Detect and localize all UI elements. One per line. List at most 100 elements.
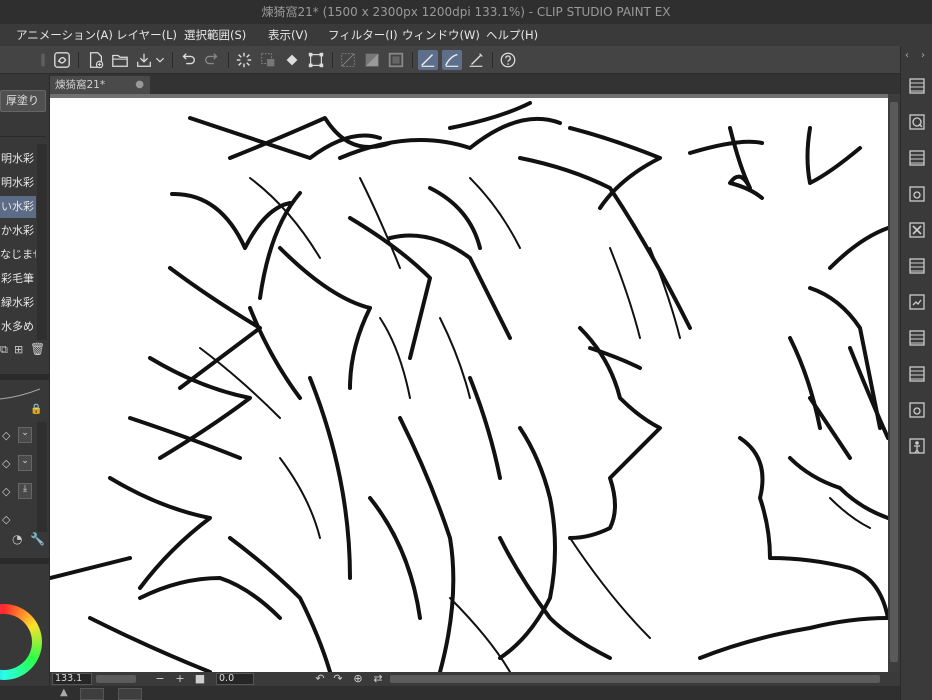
trash-icon[interactable]: 🗑 (30, 342, 45, 356)
brush-item[interactable]: なじませ (0, 244, 36, 266)
stepper-icon[interactable]: ◇ (2, 429, 10, 442)
wrench-icon[interactable]: 🔧 (30, 532, 45, 546)
collapse-right-icon[interactable]: › (921, 50, 925, 61)
document-tab-label: 煉猗窩21* (55, 79, 106, 91)
layer-panel-icon[interactable] (905, 362, 929, 386)
invert-selection-icon[interactable] (362, 50, 382, 70)
fit-icon[interactable]: ■ (194, 672, 206, 686)
rotate-right-icon[interactable]: ↷ (332, 672, 344, 686)
brush-item[interactable]: 彩毛筆 (0, 268, 36, 290)
zoom-slider[interactable] (96, 675, 136, 683)
undo-icon[interactable] (178, 50, 198, 70)
new-canvas-icon[interactable] (86, 50, 106, 70)
layer-panel-icon[interactable] (905, 326, 929, 350)
divider (0, 136, 46, 137)
menu-bar: アニメーション(A) レイヤー(L) 選択範囲(S) 表示(V) フィルター(I… (0, 24, 932, 46)
reset-rotation-icon[interactable]: ⊕ (352, 672, 364, 686)
brush-item[interactable]: 明水彩 (0, 172, 36, 194)
document-tab-strip: 煉猗窩21* ● (50, 74, 900, 94)
menu-help[interactable]: ヘルプ(H) (486, 24, 538, 46)
dial-icon[interactable]: ◔ (12, 532, 22, 546)
panel-tab[interactable] (80, 688, 104, 700)
material-icon[interactable] (905, 146, 929, 170)
dropdown-icon[interactable] (154, 50, 166, 70)
loading-icon[interactable] (234, 50, 254, 70)
transform-icon[interactable] (306, 50, 326, 70)
zoom-out-icon[interactable]: − (154, 672, 166, 686)
border-selection-icon[interactable] (386, 50, 406, 70)
close-tab-icon[interactable]: ● (135, 76, 144, 94)
panel-splitter[interactable] (0, 374, 50, 380)
fill-icon[interactable] (282, 50, 302, 70)
flip-icon[interactable]: ⇄ (372, 672, 384, 686)
snap-special-ruler-icon[interactable] (466, 50, 486, 70)
drawing-canvas[interactable] (50, 98, 888, 672)
stepper-icon[interactable]: ◇ (2, 513, 10, 526)
brush-curve-preview (0, 386, 41, 400)
brush-item[interactable]: 緑水彩 (0, 292, 36, 314)
help-icon[interactable] (498, 50, 518, 70)
menu-layer[interactable]: レイヤー(L) (116, 24, 177, 46)
brush-item[interactable]: 明水彩 (0, 148, 36, 170)
navigator-icon[interactable] (905, 110, 929, 134)
person-icon[interactable] (905, 434, 929, 458)
lock-icon[interactable]: 🔒 (30, 404, 42, 415)
menu-animation[interactable]: アニメーション(A) (16, 24, 113, 46)
color-wheel[interactable] (0, 604, 42, 680)
zoom-field[interactable]: 133.1 (52, 673, 92, 685)
stepper-icon[interactable]: ◇ (2, 457, 10, 470)
scrollbar-thumb[interactable] (890, 102, 898, 662)
subtool-group-button[interactable]: 厚塗り (0, 90, 46, 112)
right-dock: ‹ › (900, 46, 932, 700)
clipboard-icon[interactable] (905, 290, 929, 314)
zoom-in-icon[interactable]: + (174, 672, 186, 686)
menu-view[interactable]: 表示(V) (268, 24, 308, 46)
command-bar (0, 46, 900, 74)
brush-item-selected[interactable]: い水彩 (0, 196, 36, 218)
canvas-statusbar: 133.1 − + ■ 0.0 ↶ ↷ ⊕ ⇄ (50, 672, 900, 686)
left-panel: 厚塗り 明水彩 明水彩 い水彩 か水彩 なじませ 彩毛筆 緑水彩 水多め ⧉ ⊞… (0, 74, 50, 700)
canvas-vertical-scrollbar[interactable] (888, 94, 900, 672)
save-icon[interactable] (134, 50, 154, 70)
sketch-artwork (50, 101, 888, 672)
rotation-field[interactable]: 0.0 (216, 673, 254, 685)
collapse-left-icon[interactable]: ‹ (905, 50, 909, 61)
copy-subtool-icon[interactable]: ⧉ (0, 343, 8, 357)
menu-selection[interactable]: 選択範囲(S) (184, 24, 246, 46)
vector-correct-icon[interactable] (418, 50, 438, 70)
canvas-area[interactable] (50, 94, 900, 672)
dynamics-button[interactable]: ⌄ (18, 455, 32, 471)
hide-selection-icon[interactable] (338, 50, 358, 70)
layer-panel-icon[interactable] (905, 74, 929, 98)
menu-window[interactable]: ウィンドウ(W) (402, 24, 480, 46)
delete-icon[interactable] (905, 218, 929, 242)
brush-list-scrollbar[interactable] (37, 144, 47, 340)
dynamics-button[interactable]: ⤓ (18, 483, 32, 499)
add-subtool-icon[interactable]: ⊞ (14, 343, 23, 356)
clear-selection-icon[interactable] (258, 50, 278, 70)
title-bar: 煉猗窩21* (1500 x 2300px 1200dpi 133.1%) - … (0, 0, 932, 24)
open-icon[interactable] (110, 50, 130, 70)
rotate-left-icon[interactable]: ↶ (314, 672, 326, 686)
dynamics-button[interactable]: ⌄ (18, 427, 32, 443)
document-tab[interactable]: 煉猗窩21* ● (50, 76, 150, 94)
brush-item[interactable]: か水彩 (0, 220, 36, 242)
bottom-strip: ▲ (0, 686, 932, 700)
stepper-icon[interactable]: ◇ (2, 485, 10, 498)
panel-tab[interactable] (118, 688, 142, 700)
property-scrollbar[interactable] (37, 422, 47, 532)
panel-splitter[interactable] (0, 558, 50, 564)
canvas-horizontal-scrollbar[interactable] (390, 675, 880, 683)
camera-icon[interactable] (905, 398, 929, 422)
window-title: 煉猗窩21* (1500 x 2300px 1200dpi 133.1%) - … (261, 5, 671, 19)
layer-panel-icon[interactable] (905, 254, 929, 278)
redo-icon[interactable] (202, 50, 222, 70)
collapse-arrow-icon[interactable]: ▲ (60, 687, 68, 698)
toolbar-grip[interactable] (40, 50, 46, 70)
snap-ruler-icon[interactable] (442, 50, 462, 70)
menu-filter[interactable]: フィルター(I) (328, 24, 398, 46)
brush-item[interactable]: 水多め (0, 316, 36, 338)
subtool-actions: ⧉ ⊞ 🗑 (0, 340, 46, 360)
csp-logo-icon[interactable] (52, 50, 72, 70)
camera-icon[interactable] (905, 182, 929, 206)
